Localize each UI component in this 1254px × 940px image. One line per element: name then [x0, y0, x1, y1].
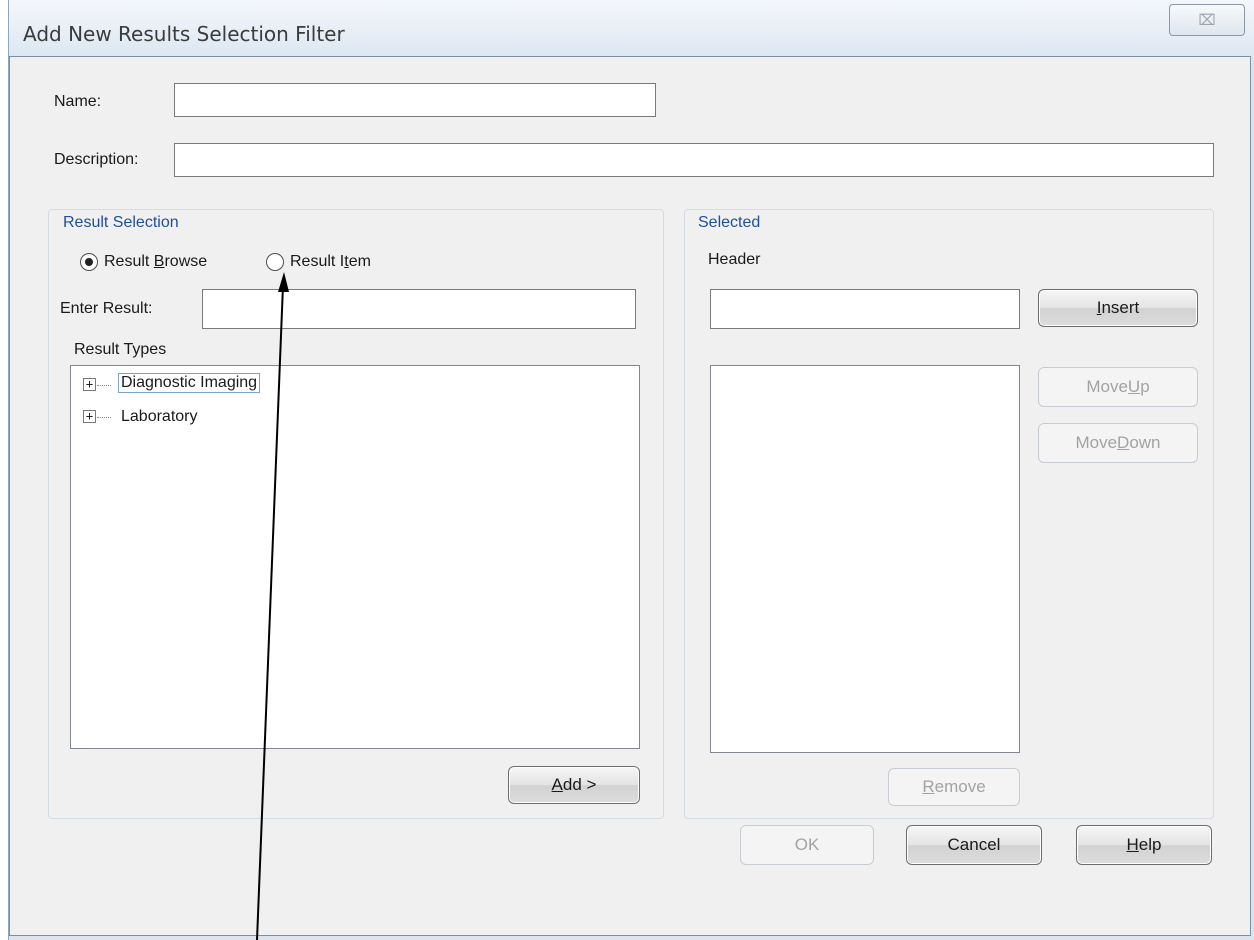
result-browse-accel: B — [153, 253, 165, 270]
result-browse-label[interactable]: Result Browse — [104, 253, 207, 271]
help-accel: H — [1126, 835, 1139, 854]
move-up-label-pre: Move — [1086, 377, 1128, 396]
window-title: Add New Results Selection Filter — [23, 22, 345, 46]
result-types-tree[interactable]: + Diagnostic Imaging + Laboratory — [70, 365, 640, 749]
enter-result-input[interactable] — [202, 289, 636, 329]
description-label: Description: — [54, 151, 139, 168]
result-item-label[interactable]: Result Item — [290, 253, 371, 271]
result-item-label-pre: Result I — [290, 253, 345, 270]
description-input[interactable] — [174, 143, 1214, 177]
ok-label: OK — [794, 835, 820, 854]
remove-label: emove — [934, 777, 986, 796]
name-label: Name: — [54, 93, 102, 110]
move-down-label-pre: Move — [1075, 433, 1118, 452]
insert-button[interactable]: Insert — [1038, 289, 1198, 327]
remove-accel: R — [922, 777, 935, 796]
close-icon: ⌧ — [1198, 12, 1216, 29]
selected-listbox[interactable] — [710, 365, 1020, 753]
name-input[interactable] — [174, 83, 656, 117]
header-input[interactable] — [710, 289, 1020, 329]
close-button[interactable]: ⌧ — [1169, 4, 1245, 36]
help-button[interactable]: Help — [1076, 825, 1212, 865]
enter-result-label: Enter Result: — [60, 300, 153, 317]
tree-expand-icon[interactable]: + — [83, 378, 96, 391]
result-browse-radio[interactable] — [80, 253, 98, 271]
radio-checked-dot — [85, 258, 93, 266]
tree-expand-icon[interactable]: + — [83, 410, 96, 423]
cancel-button[interactable]: Cancel — [906, 825, 1042, 865]
result-browse-label-pre: Result — [104, 253, 154, 270]
title-bar[interactable]: Add New Results Selection Filter ⌧ — [9, 0, 1254, 56]
header-label: Header — [708, 251, 761, 268]
result-selection-title: Result Selection — [61, 214, 181, 232]
tree-item-label[interactable]: Diagnostic Imaging — [118, 373, 261, 393]
tree-connector — [97, 417, 111, 418]
add-button[interactable]: Add > — [508, 766, 640, 804]
move-up-button[interactable]: Move Up — [1038, 367, 1198, 407]
result-browse-label-post: rowse — [164, 253, 208, 270]
selected-title: Selected — [696, 214, 763, 232]
result-item-label-post: em — [348, 253, 371, 270]
insert-label: nsert — [1101, 298, 1140, 317]
move-down-button[interactable]: Move Down — [1038, 423, 1198, 463]
result-types-label: Result Types — [74, 341, 167, 358]
move-down-accel: D — [1117, 433, 1130, 452]
move-up-accel: U — [1127, 377, 1141, 396]
help-label: elp — [1138, 835, 1162, 854]
add-accel: A — [551, 775, 563, 794]
move-up-label-post: p — [1140, 377, 1150, 396]
remove-button[interactable]: Remove — [888, 768, 1020, 806]
tree-connector — [97, 385, 111, 386]
dialog-body: Name: Description: Result Selection Resu… — [9, 56, 1251, 936]
move-down-label-post: own — [1129, 433, 1161, 452]
cancel-label: Cancel — [947, 835, 1001, 854]
ok-button[interactable]: OK — [740, 825, 874, 865]
result-item-radio[interactable] — [266, 253, 284, 271]
add-label: dd > — [562, 775, 597, 794]
dialog-window: Add New Results Selection Filter ⌧ Name:… — [8, 0, 1254, 940]
tree-item-label[interactable]: Laboratory — [121, 408, 198, 426]
